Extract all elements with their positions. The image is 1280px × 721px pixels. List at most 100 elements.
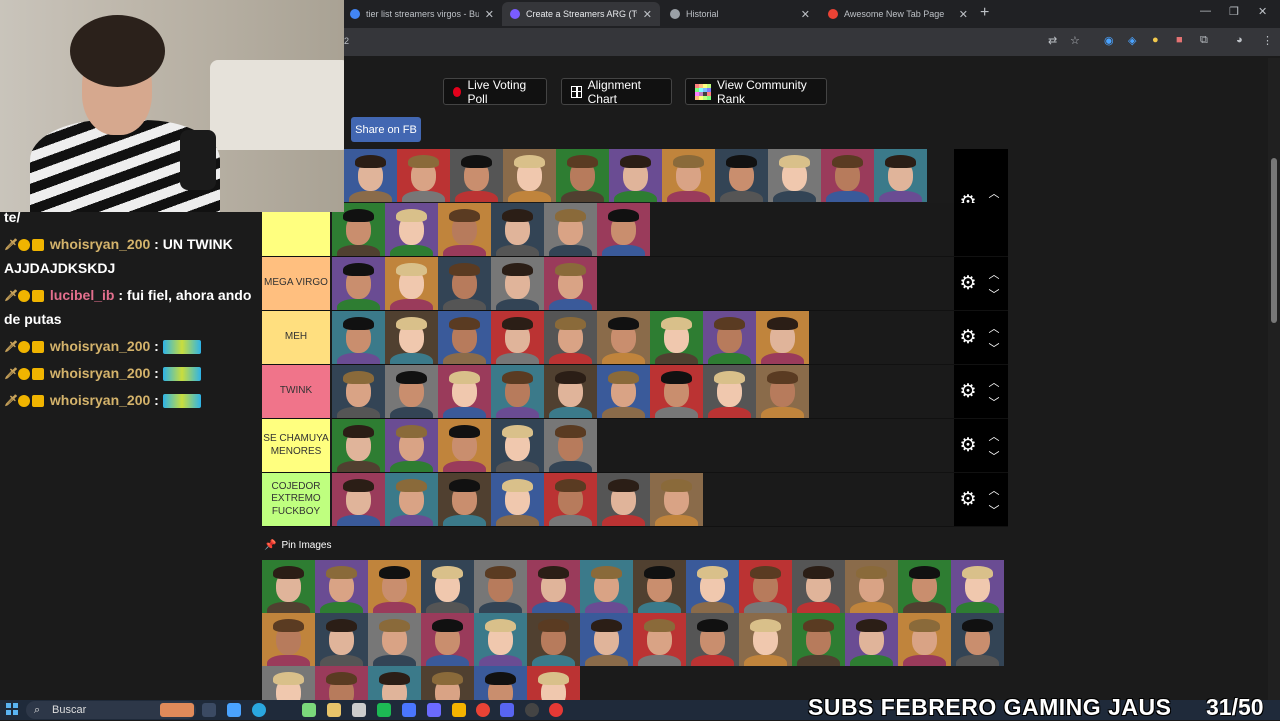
gear-icon[interactable]: ⚙ (958, 382, 978, 402)
streamer-avatar[interactable] (633, 560, 686, 613)
streamer-avatar[interactable] (491, 311, 544, 364)
streamer-avatar[interactable] (756, 365, 809, 418)
tier-label[interactable]: MEGA VIRGO (262, 257, 330, 310)
move-up-icon[interactable]: ︿ (987, 482, 1001, 498)
streamer-avatar[interactable] (662, 149, 715, 202)
tier-label[interactable]: SE CHAMUYA MENORES (262, 419, 330, 472)
streamer-avatar[interactable] (597, 473, 650, 526)
streamer-avatar[interactable] (503, 149, 556, 202)
restore-button[interactable]: ❐ (1229, 5, 1239, 18)
tier-label[interactable]: MEH (262, 311, 330, 364)
streamer-avatar[interactable] (385, 257, 438, 310)
streamer-avatar[interactable] (438, 311, 491, 364)
task-view-icon[interactable] (202, 703, 216, 717)
streamer-avatar[interactable] (597, 311, 650, 364)
app-icon[interactable] (352, 703, 366, 717)
chat-username[interactable]: whoisryan_200 (50, 338, 150, 354)
chat-username[interactable]: whoisryan_200 (50, 236, 150, 252)
streamer-avatar[interactable] (332, 419, 385, 472)
streamer-avatar[interactable] (491, 473, 544, 526)
streamer-avatar[interactable] (262, 560, 315, 613)
browser-tab-search[interactable]: tier list streamers virgos - Busc ✕ (342, 2, 502, 26)
windows-start-icon[interactable] (6, 703, 18, 715)
profile-avatar[interactable]: ◕ (1236, 34, 1243, 46)
streamer-avatar[interactable] (845, 613, 898, 666)
extension-icon[interactable]: ◈ (1128, 34, 1136, 47)
streamer-avatar[interactable] (438, 365, 491, 418)
puzzle-icon[interactable]: ⧉ (1200, 34, 1208, 47)
close-icon[interactable]: ✕ (959, 8, 968, 21)
xbox-icon[interactable] (302, 703, 316, 717)
streamer-avatar[interactable] (527, 613, 580, 666)
streamer-avatar[interactable] (315, 560, 368, 613)
move-up-icon[interactable]: ︿ (987, 266, 1001, 282)
streamer-avatar[interactable] (385, 419, 438, 472)
streamer-avatar[interactable] (898, 613, 951, 666)
streamer-avatar[interactable] (650, 473, 703, 526)
gear-icon[interactable]: ⚙ (958, 274, 978, 294)
streamer-avatar[interactable] (768, 149, 821, 202)
streamer-avatar[interactable] (951, 613, 1004, 666)
app-icon[interactable] (452, 703, 466, 717)
streamer-avatar[interactable] (739, 613, 792, 666)
files-icon[interactable] (327, 703, 341, 717)
move-up-icon[interactable]: ︿ (987, 428, 1001, 444)
streamer-avatar[interactable] (544, 419, 597, 472)
streamer-avatar[interactable] (845, 560, 898, 613)
move-up-icon[interactable]: ︿ (987, 374, 1001, 390)
streamer-avatar[interactable] (580, 613, 633, 666)
streamer-avatar[interactable] (544, 257, 597, 310)
close-icon[interactable]: ✕ (643, 8, 652, 21)
move-down-icon[interactable]: ﹀ (987, 502, 1001, 518)
live-voting-button[interactable]: Live Voting Poll (443, 78, 547, 106)
chrome-icon[interactable] (476, 703, 490, 717)
browser-tab-history[interactable]: Historial ✕ (662, 2, 818, 26)
move-down-icon[interactable]: ﹀ (987, 340, 1001, 356)
community-rank-button[interactable]: View Community Rank (685, 78, 827, 106)
streamer-avatar[interactable] (544, 203, 597, 256)
streamer-avatar[interactable] (792, 560, 845, 613)
move-up-icon[interactable]: ︿ (987, 185, 1001, 201)
streamer-avatar[interactable] (597, 365, 650, 418)
streamer-avatar[interactable] (344, 149, 397, 202)
streamer-avatar[interactable] (580, 560, 633, 613)
streamer-avatar[interactable] (332, 365, 385, 418)
tier-label[interactable]: COJEDOR EXTREMO FUCKBOY (262, 473, 330, 526)
chat-username[interactable]: whoisryan_200 (50, 392, 150, 408)
streamer-avatar[interactable] (544, 365, 597, 418)
share-fb-button[interactable]: Share on FB (351, 117, 421, 142)
new-tab-button[interactable]: + (980, 4, 989, 22)
streamer-avatar[interactable] (898, 560, 951, 613)
streamer-avatar[interactable] (491, 419, 544, 472)
streamer-avatar[interactable] (792, 613, 845, 666)
streamer-avatar[interactable] (556, 149, 609, 202)
app-icon[interactable] (549, 703, 563, 717)
streamer-avatar[interactable] (821, 149, 874, 202)
streamer-avatar[interactable] (474, 560, 527, 613)
streamer-avatar[interactable] (368, 560, 421, 613)
move-down-icon[interactable]: ﹀ (987, 394, 1001, 410)
browser-tab-tierlist[interactable]: Create a Streamers ARG (Twich ✕ (502, 2, 660, 26)
streamer-avatar[interactable] (544, 473, 597, 526)
scrollbar-thumb[interactable] (1271, 158, 1277, 323)
menu-icon[interactable]: ⋮ (1262, 34, 1273, 47)
streamer-avatar[interactable] (385, 365, 438, 418)
gear-icon[interactable]: ⚙ (958, 328, 978, 348)
gear-icon[interactable]: ⚙ (958, 436, 978, 456)
translate-icon[interactable]: ⇄ (1048, 34, 1057, 47)
streamer-avatar[interactable] (262, 613, 315, 666)
streamer-avatar[interactable] (332, 473, 385, 526)
streamer-avatar[interactable] (315, 613, 368, 666)
streamer-avatar[interactable] (756, 311, 809, 364)
streamer-avatar[interactable] (491, 257, 544, 310)
streamer-avatar[interactable] (544, 311, 597, 364)
extension-icon[interactable]: ● (1152, 34, 1159, 46)
tier-label[interactable]: TWINK (262, 365, 330, 418)
streamer-avatar[interactable] (332, 257, 385, 310)
streamer-avatar[interactable] (609, 149, 662, 202)
scrollbar[interactable] (1268, 58, 1280, 700)
streamer-avatar[interactable] (703, 311, 756, 364)
alignment-chart-button[interactable]: Alignment Chart (561, 78, 672, 106)
gear-icon[interactable]: ⚙ (958, 490, 978, 510)
streamer-avatar[interactable] (597, 203, 650, 256)
